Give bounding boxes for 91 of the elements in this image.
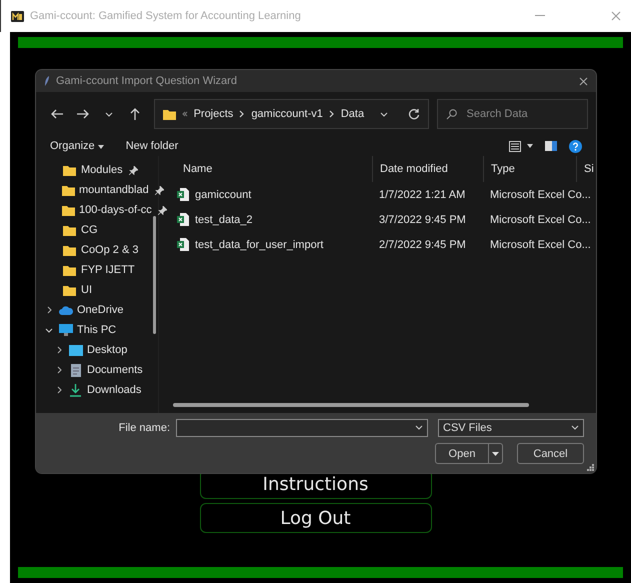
table-cell-text: Microsoft Excel Co...	[489, 214, 591, 226]
chevron-icon[interactable]	[45, 326, 53, 334]
sidebar-item[interactable]: OneDrive	[77, 304, 124, 316]
folder-icon	[162, 108, 176, 120]
document-icon	[70, 364, 80, 376]
column-header[interactable]: Type	[483, 156, 576, 182]
folder-icon	[63, 284, 76, 296]
chevron-icon	[571, 425, 579, 431]
preview-pane-icon[interactable]	[545, 141, 557, 151]
folder-icon	[63, 224, 76, 236]
column-header[interactable]: Name	[165, 156, 372, 182]
folder-icon	[63, 244, 76, 256]
help-icon[interactable]	[569, 140, 582, 152]
chevron-icon	[239, 110, 246, 118]
pin-icon	[158, 206, 167, 214]
search-icon	[446, 108, 457, 120]
caret-icon[interactable]	[527, 144, 533, 148]
sidebar-item[interactable]: 100-days-of-cc	[79, 204, 152, 216]
table-cell-text: Microsoft Excel Co...	[489, 188, 591, 200]
sidebar-item[interactable]: This PC	[77, 324, 116, 336]
chevron-icon	[328, 110, 335, 118]
table-cell-text: Microsoft Excel Co...	[489, 238, 591, 250]
sidebar-item[interactable]: Downloads	[87, 384, 142, 396]
list-view-icon[interactable]	[509, 140, 521, 152]
caret-icon	[98, 145, 104, 149]
open-button[interactable]: Open	[435, 443, 503, 464]
back-arrow-icon[interactable]	[50, 109, 63, 119]
refresh-icon[interactable]	[408, 108, 420, 120]
cancel-button[interactable]: Cancel	[517, 443, 584, 464]
search-field[interactable]: Search Data	[436, 99, 588, 129]
scrollbar[interactable]	[173, 403, 529, 407]
minimize-icon[interactable]	[535, 15, 545, 17]
chevron-icon[interactable]	[380, 110, 388, 118]
file-name-field[interactable]	[176, 419, 428, 437]
column-header[interactable]: Date modified	[372, 156, 483, 182]
spreadsheet-file-icon	[177, 213, 189, 226]
cloud-icon	[58, 306, 72, 314]
sidebar-item[interactable]: Desktop	[87, 344, 128, 356]
sidebar-item[interactable]: CoOp 2 & 3	[81, 244, 138, 256]
scrollbar[interactable]	[153, 216, 156, 334]
pin-icon	[154, 186, 164, 194]
sidebar-item[interactable]: CG	[81, 224, 98, 236]
sidebar-item[interactable]: UI	[81, 284, 92, 296]
dialog-title: Gami-ccount Import Question Wizard	[56, 75, 238, 87]
chevron-icon[interactable]	[46, 306, 52, 314]
address-bar[interactable]: Projects gamiccount-v1 Data	[154, 99, 429, 129]
double-chevron-icon[interactable]	[182, 111, 188, 117]
close-icon[interactable]	[579, 76, 588, 86]
folder-icon	[62, 204, 75, 216]
close-icon[interactable]	[611, 11, 621, 21]
file-name[interactable]: test_data_2	[195, 214, 252, 226]
file-name[interactable]: gamiccount	[195, 188, 252, 200]
menu-button[interactable]: Log Out	[200, 503, 432, 533]
chevron-icon[interactable]	[56, 386, 62, 394]
search-placeholder: Search Data	[466, 108, 528, 120]
feather-icon	[44, 76, 50, 86]
breadcrumb-item[interactable]: Data	[340, 108, 364, 120]
chevron-icon[interactable]	[104, 110, 113, 118]
table-cell-text: 3/7/2022 9:45 PM	[378, 214, 467, 226]
download-icon	[70, 384, 81, 396]
chevron-icon[interactable]	[56, 366, 62, 374]
up-arrow-icon[interactable]	[130, 108, 140, 120]
folder-icon	[62, 184, 75, 196]
chevron-icon	[415, 425, 423, 431]
column-header[interactable]: Si	[576, 156, 596, 182]
desktop-icon	[68, 344, 82, 356]
forward-arrow-icon[interactable]	[76, 109, 89, 119]
new-folder-button[interactable]: New folder	[126, 140, 178, 152]
file-type-dropdown[interactable]: CSV Files	[438, 419, 584, 437]
breadcrumb-item[interactable]: Projects	[194, 108, 234, 120]
folder-icon	[63, 164, 76, 176]
pin-icon	[128, 166, 138, 174]
window-title: Gami-ccount: Gamified System for Accounting Learning	[30, 10, 302, 22]
spreadsheet-file-icon	[177, 188, 189, 201]
file-name[interactable]: test_data_for_user_import	[195, 238, 324, 250]
table-cell-text: 2/7/2022 9:45 PM	[378, 238, 467, 250]
sidebar-item[interactable]: Documents	[87, 364, 143, 376]
organize-menu[interactable]: Organize	[50, 140, 104, 152]
breadcrumb-item[interactable]: gamiccount-v1	[251, 108, 323, 120]
folder-icon	[63, 264, 76, 276]
caret-icon	[492, 452, 499, 456]
sidebar-item[interactable]: mountandblad	[79, 184, 149, 196]
chevron-icon[interactable]	[56, 346, 62, 354]
sidebar-item[interactable]: Modules	[81, 164, 123, 176]
monitor-icon	[58, 324, 72, 336]
resize-grip-icon[interactable]	[587, 464, 594, 471]
app-logo-icon	[11, 10, 24, 22]
spreadsheet-file-icon	[177, 238, 189, 251]
sidebar-item[interactable]: FYP IJETT	[81, 264, 135, 276]
file-name-label: File name:	[118, 422, 170, 434]
table-cell-text: 1/7/2022 1:21 AM	[378, 188, 466, 200]
